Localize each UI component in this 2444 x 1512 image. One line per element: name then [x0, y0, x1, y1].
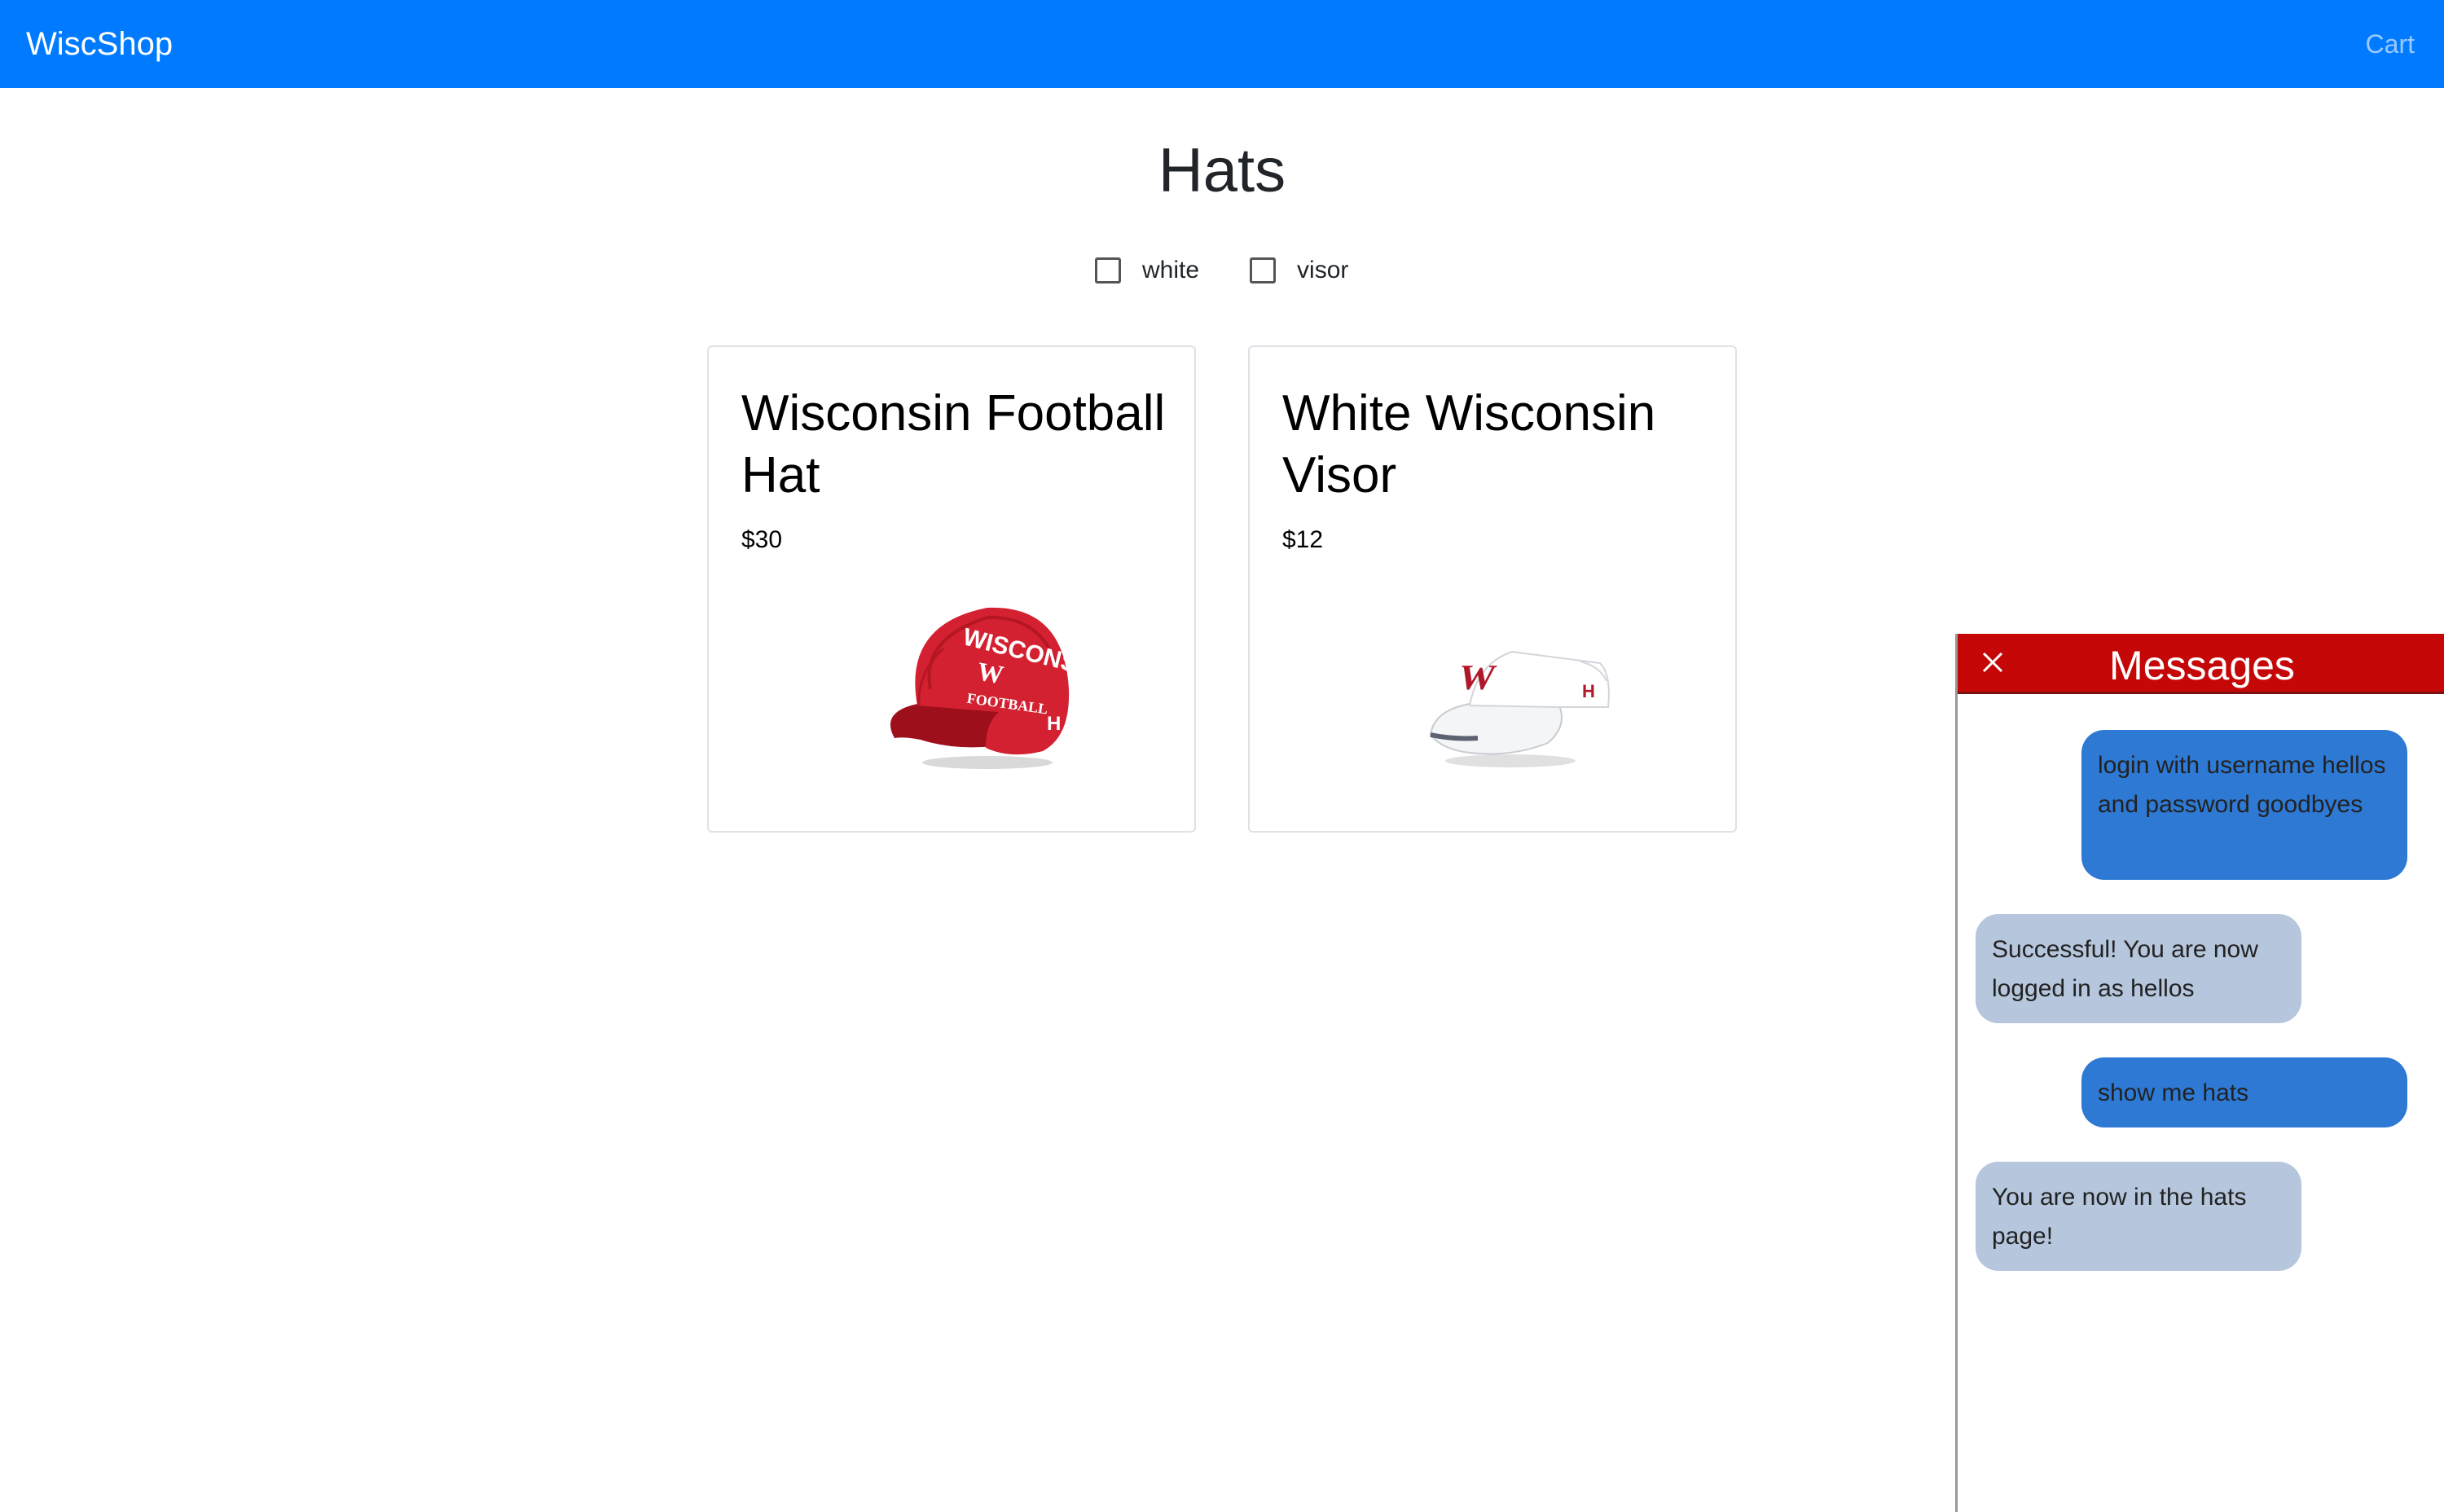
chat-header: Messages [1958, 634, 2444, 694]
product-card[interactable]: White Wisconsin Visor $12 W H [1248, 345, 1737, 833]
product-title: White Wisconsin Visor [1282, 385, 1656, 503]
white-visor-image: W H [1429, 650, 1610, 767]
filter-bar: white visor [1095, 251, 1399, 290]
bot-message: You are now in the hats page! [1976, 1162, 2301, 1271]
user-message: show me hats [2081, 1057, 2407, 1127]
navbar: WiscShop Cart [0, 0, 2444, 88]
cart-link[interactable]: Cart [2366, 0, 2415, 88]
filter-visor-label: visor [1297, 257, 1349, 284]
product-title: Wisconsin Football Hat [741, 385, 1166, 503]
red-cap-image: WISCONSIN W FOOTBALL H [890, 607, 1104, 769]
svg-text:W: W [975, 656, 1006, 689]
chat-panel: Messages login with username hellos and … [1955, 634, 2444, 1512]
user-message: login with username hellos and password … [2081, 730, 2407, 880]
page-title: Hats [1158, 136, 1286, 205]
brand-link[interactable]: WiscShop [26, 0, 173, 88]
svg-text:H: H [1582, 681, 1595, 701]
bot-message: Successful! You are now logged in as hel… [1976, 914, 2301, 1023]
filter-visor[interactable]: visor [1250, 257, 1348, 284]
product-price: $30 [741, 526, 783, 553]
product-price: $12 [1282, 526, 1324, 553]
svg-text:H: H [1047, 713, 1061, 735]
filter-white[interactable]: white [1095, 257, 1199, 284]
product-card[interactable]: Wisconsin Football Hat $30 WISCONSIN W F… [707, 345, 1196, 833]
chat-title: Messages [2109, 643, 2295, 688]
visor-checkbox[interactable] [1250, 257, 1277, 284]
white-checkbox[interactable] [1095, 257, 1121, 284]
filter-white-label: white [1142, 257, 1200, 284]
